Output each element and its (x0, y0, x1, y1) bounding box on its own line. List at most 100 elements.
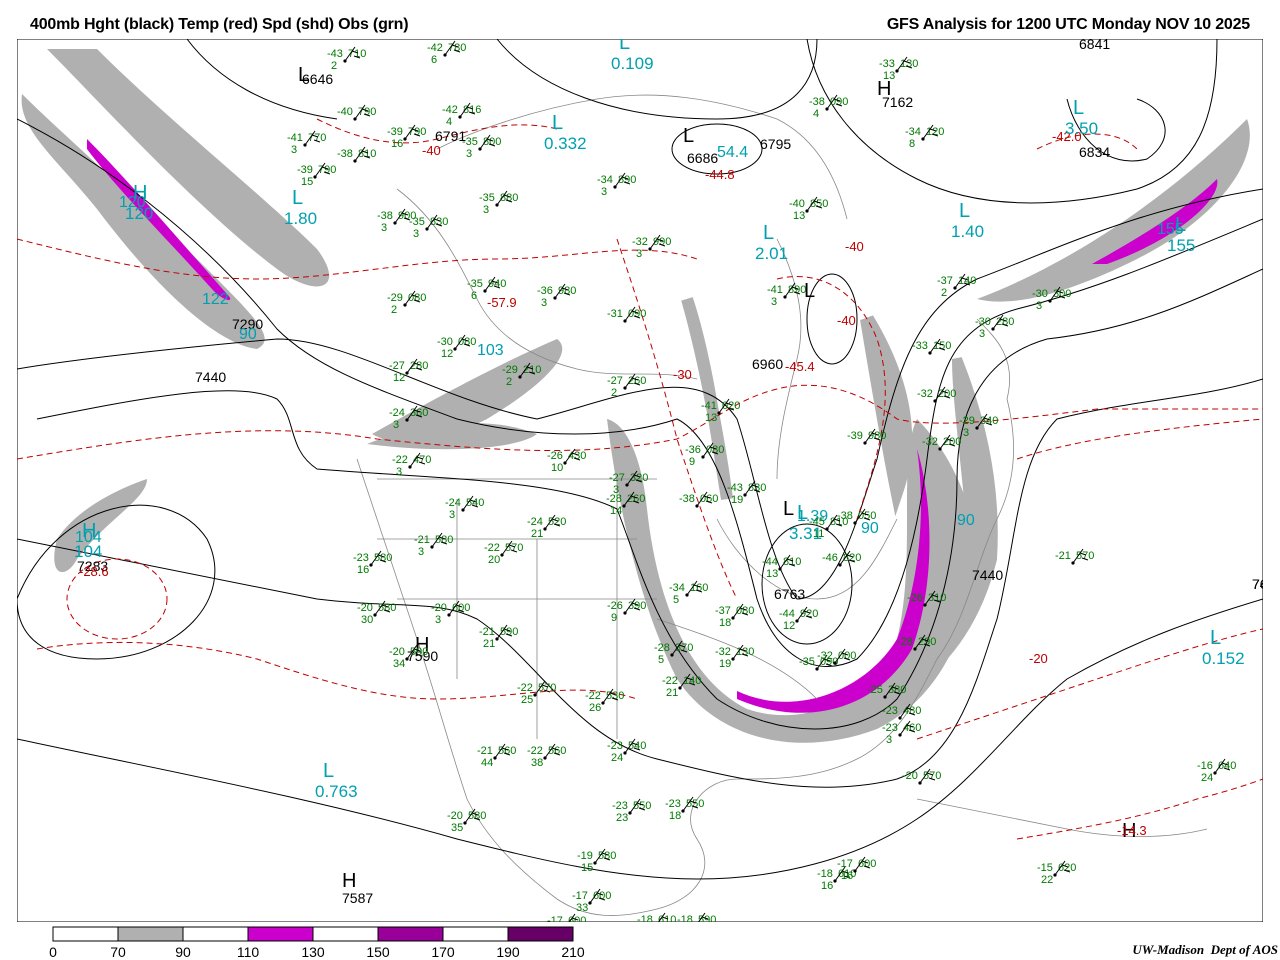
obs-temperature: -23 (612, 800, 628, 812)
obs-dewpoint: 18 (719, 617, 731, 629)
hl-marker-letter: L (552, 112, 563, 134)
obs-height: 540 (628, 740, 646, 752)
obs-height: 130 (736, 646, 754, 658)
obs-height: 790 (358, 106, 376, 118)
obs-temperature: -26 (907, 592, 923, 604)
obs-dewpoint: 9 (611, 612, 617, 624)
obs-dewpoint: 23 (616, 812, 628, 824)
obs-height: 600 (858, 858, 876, 870)
obs-temperature: -24 (445, 497, 461, 509)
legend-tick-label: 70 (110, 944, 126, 960)
obs-dewpoint: 3 (979, 328, 985, 340)
obs-temperature: -26 (607, 600, 623, 612)
obs-dewpoint: 38 (531, 757, 543, 769)
obs-temperature: -43 (327, 48, 343, 60)
obs-height: 060 (700, 493, 718, 505)
obs-temperature: -20 (389, 646, 405, 658)
speed-color-legend: 0 70 90 110 130 150 170 190 210 (49, 926, 585, 960)
obs-dewpoint: 3 (771, 296, 777, 308)
obs-temperature: -27 (389, 360, 405, 372)
obs-height: 380 (888, 684, 906, 696)
analysis-timestamp: GFS Analysis for 1200 UTC Monday NOV 10 … (886, 16, 1250, 33)
obs-dewpoint: 4 (446, 116, 452, 128)
temperature-label: -45.4 (785, 359, 815, 374)
obs-height: 570 (923, 770, 941, 782)
obs-temperature: -25 (867, 684, 883, 696)
obs-dewpoint: 5 (673, 594, 679, 606)
hl-marker-letter: L (323, 760, 334, 782)
obs-height: 080 (706, 444, 724, 456)
hl-marker-value: 120 (125, 204, 153, 223)
obs-dewpoint: 3 (435, 614, 441, 626)
obs-dewpoint: 3 (886, 734, 892, 746)
legend-tick-label: 210 (561, 944, 585, 960)
obs-dewpoint: 11 (813, 528, 824, 540)
obs-temperature: -23 (665, 798, 681, 810)
obs-temperature: -35 (409, 216, 425, 228)
pressure-center-marker: L (783, 498, 794, 520)
temperature-label: -20 (1029, 651, 1048, 666)
obs-dewpoint: 18 (669, 810, 681, 822)
obs-temperature: -34 (905, 126, 921, 138)
obs-temperature: -32 (917, 388, 933, 400)
legend-swatch (52, 926, 119, 942)
height-label: 6763 (774, 586, 805, 602)
height-label: 6960 (752, 356, 783, 372)
obs-height: 580 (374, 552, 392, 564)
obs-temperature: -35 (479, 192, 495, 204)
obs-temperature: -17 (837, 858, 853, 870)
obs-temperature: -23 (882, 705, 898, 717)
obs-height: 560 (548, 745, 566, 757)
obs-height: 140 (958, 275, 976, 287)
hl-marker-value: 155 (1167, 236, 1195, 255)
obs-dewpoint: 3 (413, 228, 419, 240)
hl-marker-letter: L (619, 39, 630, 54)
hl-marker-letter: H (133, 182, 147, 204)
obs-height: 980 (558, 285, 576, 297)
obs-dewpoint: 24 (1201, 772, 1213, 784)
obs-height: 430 (568, 450, 586, 462)
obs-temperature: -18 (817, 868, 833, 880)
obs-height: 480 (903, 705, 921, 717)
pressure-center-marker: L (298, 64, 309, 86)
obs-height: 120 (926, 126, 944, 138)
obs-dewpoint: 12 (783, 620, 795, 632)
obs-height: 080 (736, 605, 754, 617)
temperature-label: -57.9 (487, 295, 517, 310)
obs-height: 810 (783, 556, 801, 568)
obs-temperature: -32 (922, 436, 938, 448)
obs-dewpoint: 3 (291, 144, 297, 156)
obs-temperature: -34 (669, 582, 685, 594)
obs-height: 560 (498, 745, 516, 757)
obs-height: 640 (1218, 760, 1236, 772)
hl-marker-letter: L (1210, 627, 1221, 649)
obs-temperature: -23 (607, 740, 623, 752)
hl-marker-value: 0.109 (611, 54, 654, 73)
obs-height: 280 (410, 360, 428, 372)
obs-dewpoint: 14 (610, 505, 622, 517)
obs-temperature: -18 (677, 914, 693, 922)
speed-label: 122 (202, 291, 229, 308)
hl-marker-letter: L (292, 187, 303, 209)
credit: UW-Madison Dept of AOS (1132, 942, 1278, 957)
hl-marker-letter: L (959, 200, 970, 222)
obs-temperature: -41 (767, 284, 783, 296)
obs-height: 520 (548, 516, 566, 528)
obs-height: 990 (653, 236, 671, 248)
obs-temperature: -28 (606, 493, 622, 505)
obs-dewpoint: 21 (531, 528, 543, 540)
obs-height: 460 (903, 722, 921, 734)
obs-dewpoint: 3 (601, 186, 607, 198)
obs-temperature: -22 (517, 682, 533, 694)
obs-temperature: -17 (547, 915, 563, 922)
obs-temperature: -16 (1197, 760, 1213, 772)
obs-temperature: -35 (799, 656, 815, 668)
obs-height: 800 (483, 136, 501, 148)
legend-swatch (247, 926, 314, 942)
obs-temperature: -28 (654, 642, 670, 654)
height-label: 6795 (760, 136, 791, 152)
hl-marker-letter: L (797, 502, 808, 524)
obs-height: 600 (568, 915, 586, 922)
obs-temperature: -20 (447, 810, 463, 822)
obs-dewpoint: 44 (481, 757, 493, 769)
